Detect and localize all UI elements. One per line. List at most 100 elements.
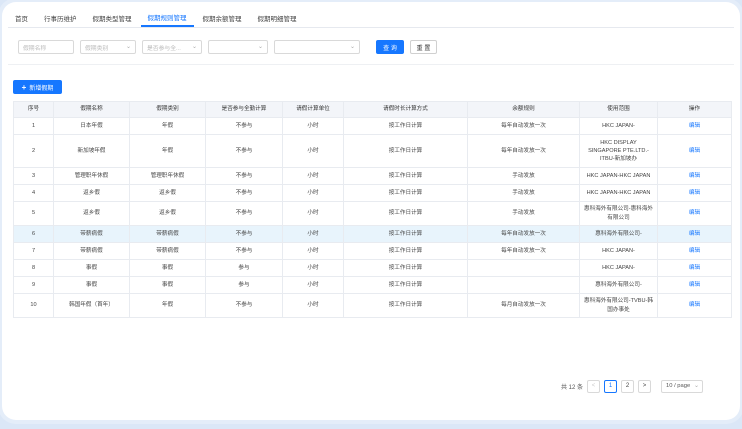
table-cell: 惠科海外有限公司-	[579, 276, 658, 294]
table-row: 3 管理职年休假 管理职年休假 不参与 小时 按工作日计算 手动发放 HKC JAPAN-HK…	[13, 167, 732, 185]
table-cell: 每年自动发放一次	[467, 225, 580, 243]
table-cell: 手动发放	[467, 184, 580, 202]
column-header: 假期类别	[129, 101, 206, 118]
table-cell: 手动发放	[467, 167, 580, 185]
edit-link[interactable]: 编辑	[657, 242, 732, 260]
table-cell: 小时	[282, 117, 344, 135]
filter-select-5[interactable]: ⌄	[274, 40, 360, 54]
table-cell: 带薪病假	[53, 242, 130, 260]
reset-button[interactable]: 重 置	[410, 40, 437, 54]
edit-link[interactable]: 编辑	[657, 201, 732, 226]
edit-link[interactable]: 编辑	[657, 225, 732, 243]
table-cell: 手动发放	[467, 201, 580, 226]
table-cell: 小时	[282, 259, 344, 277]
table-cell: 按工作日计算	[343, 201, 468, 226]
table-row: 8 事假 事假 参与 小时 按工作日计算 HKC JAPAN- 编辑	[13, 259, 732, 277]
edit-link[interactable]: 编辑	[657, 184, 732, 202]
tab-item[interactable]: 假期规则管理	[140, 12, 194, 27]
table-cell: 7	[13, 242, 54, 260]
tab-item[interactable]: 假期类型管理	[86, 13, 139, 27]
table-cell: 返乡假	[129, 184, 206, 202]
next-page-button[interactable]: >	[638, 379, 652, 393]
table-cell: 不参与	[205, 201, 283, 226]
table-cell: 按工作日计算	[343, 184, 468, 202]
table-cell: 年假	[129, 293, 206, 318]
column-header: 操作	[657, 101, 732, 118]
table-row: 4 返乡假 返乡假 不参与 小时 按工作日计算 手动发放 HKC JAPAN-HKC JAPA…	[13, 184, 732, 202]
table-row: 7 带薪病假 带薪病假 不参与 小时 按工作日计算 每年自动发放一次 HKC JAPAN- 编辑	[13, 242, 732, 260]
chevron-down-icon: ⌄	[349, 44, 355, 50]
table-cell: 5	[13, 201, 54, 226]
edit-link[interactable]: 编辑	[657, 276, 732, 294]
table-cell: 按工作日计算	[343, 167, 468, 185]
page-size-select[interactable]: 10 / page ⌄	[661, 379, 704, 393]
tab-item[interactable]: 首页	[8, 13, 35, 27]
table-cell: 参与	[205, 276, 283, 294]
table-cell: 每年自动发放一次	[467, 117, 580, 135]
table-cell: 年假	[129, 117, 206, 135]
leave-name-input[interactable]: 假期名称	[18, 40, 74, 54]
chevron-down-icon: ⌄	[125, 44, 131, 50]
table-cell: 韩国年假（首年）	[53, 293, 130, 318]
table-cell: 8	[13, 259, 54, 277]
table-cell: 事假	[53, 276, 130, 294]
table-cell: 不参与	[205, 242, 283, 260]
chevron-down-icon: ⌄	[257, 44, 263, 50]
table-cell: 小时	[282, 201, 344, 226]
table-cell: 小时	[282, 134, 344, 168]
tab-item[interactable]: 假期明细管理	[251, 13, 304, 27]
table-cell: 按工作日计算	[343, 117, 468, 135]
page-1-button[interactable]: 1	[604, 379, 618, 393]
table-row: 1 日本年假 年假 不参与 小时 按工作日计算 每年自动发放一次 HKC JAPAN- 编辑	[13, 117, 732, 135]
tab-item[interactable]: 假期余额管理	[196, 13, 249, 27]
leave-type-select[interactable]: 假期类别 ⌄	[80, 40, 136, 54]
pagination: 共 12 条 < 1 2 > 10 / page ⌄	[561, 379, 704, 393]
page-2-button[interactable]: 2	[621, 379, 635, 393]
attendance-select[interactable]: 是否参与全... ⌄	[142, 40, 202, 54]
table-cell: 带薪病假	[129, 225, 206, 243]
leave-rules-table: 序号 假期名称 假期类别 是否参与全勤计算 请假计算单位 请假时长计算方式 余额规则 使用范围…	[13, 101, 732, 318]
table-cell: 1	[13, 117, 54, 135]
table-cell	[467, 259, 580, 277]
edit-link[interactable]: 编辑	[657, 293, 732, 318]
edit-link[interactable]: 编辑	[657, 117, 732, 135]
table-cell: 2	[13, 134, 54, 168]
table-cell: 小时	[282, 184, 344, 202]
total-count: 共 12 条	[561, 384, 584, 391]
edit-link[interactable]: 编辑	[657, 134, 732, 168]
table-cell: 按工作日计算	[343, 134, 468, 168]
filter-select-4[interactable]: ⌄	[208, 40, 268, 54]
table-row: 2 新加坡年假 年假 不参与 小时 按工作日计算 每年自动发放一次 HKC DISPLAY S…	[13, 134, 732, 168]
table-cell: 惠科海外有限公司-惠科海外有限公司	[579, 201, 658, 226]
table-cell: 10	[13, 293, 54, 318]
table-header-row: 序号 假期名称 假期类别 是否参与全勤计算 请假计算单位 请假时长计算方式 余额规则 使用范围…	[13, 101, 732, 118]
chevron-down-icon: ⌄	[191, 44, 197, 50]
table-cell: 参与	[205, 259, 283, 277]
table-cell: 管理职年休假	[129, 167, 206, 185]
table-cell: 不参与	[205, 225, 283, 243]
prev-page-button[interactable]: <	[587, 379, 601, 393]
table-cell: 惠科海外有限公司-	[579, 225, 658, 243]
edit-link[interactable]: 编辑	[657, 167, 732, 185]
tab-bar: 首页 行事历维护 假期类型管理 假期规则管理 假期余额管理 假期明细管理	[8, 10, 734, 28]
app-window: 首页 行事历维护 假期类型管理 假期规则管理 假期余额管理 假期明细管理 假期名称 假期类…	[2, 2, 740, 420]
leave-type-placeholder: 假期类别	[85, 45, 109, 52]
table-cell: 按工作日计算	[343, 293, 468, 318]
table-cell: 事假	[129, 259, 206, 277]
edit-link[interactable]: 编辑	[657, 259, 732, 277]
tab-item[interactable]: 行事历维护	[37, 13, 84, 27]
table-cell: 每年自动发放一次	[467, 134, 580, 168]
table-cell: HKC DISPLAY SINGAPORE PTE.LTD.-ITBU-新加坡办	[579, 134, 658, 168]
column-header: 序号	[13, 101, 54, 118]
search-button[interactable]: 查 询	[376, 40, 404, 54]
table-cell: 小时	[282, 242, 344, 260]
table-cell: 小时	[282, 293, 344, 318]
table-row: 10 韩国年假（首年） 年假 不参与 小时 按工作日计算 每月自动发放一次 惠科海外有限公司-…	[13, 293, 732, 318]
column-header: 使用范围	[579, 101, 658, 118]
table-row: 6 带薪病假 带薪病假 不参与 小时 按工作日计算 每年自动发放一次 惠科海外有限公司- 编辑	[13, 225, 732, 243]
add-leave-button[interactable]: + 新增假期	[13, 80, 62, 94]
table-cell: 不参与	[205, 293, 283, 318]
table-cell: 9	[13, 276, 54, 294]
table-cell: 每月自动发放一次	[467, 293, 580, 318]
column-header: 余额规则	[467, 101, 580, 118]
